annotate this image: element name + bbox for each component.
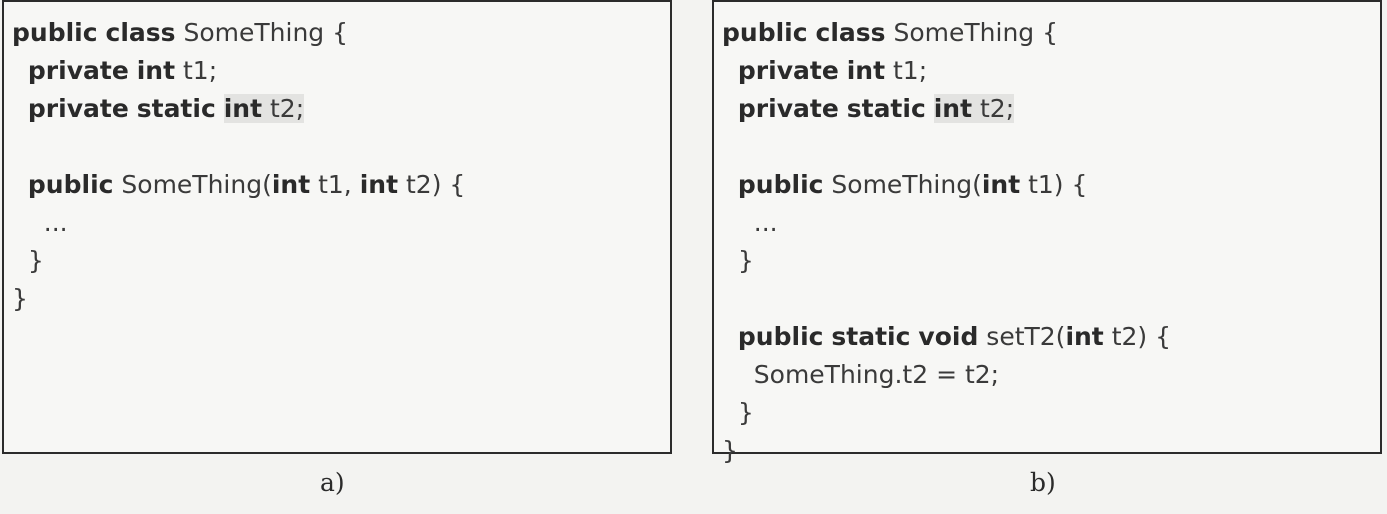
code-keyword: private [737, 94, 839, 123]
code-keyword: public [27, 170, 114, 199]
code-token: ... [12, 208, 68, 237]
code-line: } [722, 394, 1171, 432]
code-token: SomeThing { [175, 18, 349, 47]
code-line: private int t1; [722, 52, 1171, 90]
code-token: t2) { [398, 170, 466, 199]
code-keyword: class [815, 18, 886, 47]
code-token: setT2( [978, 322, 1066, 351]
code-keyword: int [136, 56, 176, 85]
code-panel-a: public class SomeThing { private int t1;… [2, 0, 672, 454]
code-line: } [722, 432, 1171, 470]
code-token: t1; [175, 56, 218, 85]
code-block: public class SomeThing { private int t1;… [12, 14, 465, 318]
code-line: ... [12, 204, 465, 242]
code-token: t2; [972, 94, 1015, 123]
code-token: SomeThing( [113, 170, 272, 199]
code-line: public SomeThing(int t1, int t2) { [12, 166, 465, 204]
code-line: public class SomeThing { [722, 14, 1171, 52]
code-keyword: public [12, 18, 98, 47]
code-keyword: private [737, 56, 839, 85]
code-block: public class SomeThing { private int t1;… [722, 14, 1171, 470]
panel-caption-b: b) [1030, 468, 1056, 497]
code-token: t1; [885, 56, 928, 85]
code-keyword: static [136, 94, 216, 123]
code-line: } [12, 280, 465, 318]
code-keyword: class [105, 18, 176, 47]
code-token: t1, [310, 170, 360, 199]
code-token: SomeThing.t2 = t2; [722, 360, 1000, 389]
code-line: public SomeThing(int t1) { [722, 166, 1171, 204]
code-line: } [12, 242, 465, 280]
code-line: private static int t2; [722, 90, 1171, 128]
code-token: SomeThing( [823, 170, 982, 199]
code-panel-b: public class SomeThing { private int t1;… [712, 0, 1382, 465]
code-keyword: static [846, 94, 926, 123]
code-keyword: static [831, 322, 911, 351]
code-keyword: int [846, 56, 886, 85]
code-token: } [722, 436, 738, 465]
code-token: } [722, 398, 754, 427]
code-keyword: int [359, 170, 399, 199]
code-line: public class SomeThing { [12, 14, 465, 52]
code-keyword: int [271, 170, 311, 199]
code-token: SomeThing { [885, 18, 1059, 47]
code-token: t2; [262, 94, 305, 123]
code-keyword: int [223, 94, 263, 123]
code-token: } [12, 246, 44, 275]
code-line: private static int t2; [12, 90, 465, 128]
code-line: } [722, 242, 1171, 280]
code-line: SomeThing.t2 = t2; [722, 356, 1171, 394]
code-line: ... [722, 204, 1171, 242]
panel-caption-a: a) [320, 468, 345, 497]
code-keyword: void [918, 322, 979, 351]
code-keyword: public [722, 18, 808, 47]
code-keyword: private [27, 94, 129, 123]
code-keyword: int [1065, 322, 1104, 351]
code-keyword: private [27, 56, 129, 85]
code-keyword: public [737, 322, 824, 351]
code-line: private int t1; [12, 52, 465, 90]
code-token: t1) { [1020, 170, 1088, 199]
code-token: } [722, 246, 754, 275]
code-keyword: public [737, 170, 824, 199]
code-token: } [12, 284, 28, 313]
code-token: t2) { [1103, 322, 1172, 351]
code-keyword: int [933, 94, 973, 123]
code-keyword: int [981, 170, 1021, 199]
code-line: public static void setT2(int t2) { [722, 318, 1171, 356]
code-token: ... [722, 208, 778, 237]
